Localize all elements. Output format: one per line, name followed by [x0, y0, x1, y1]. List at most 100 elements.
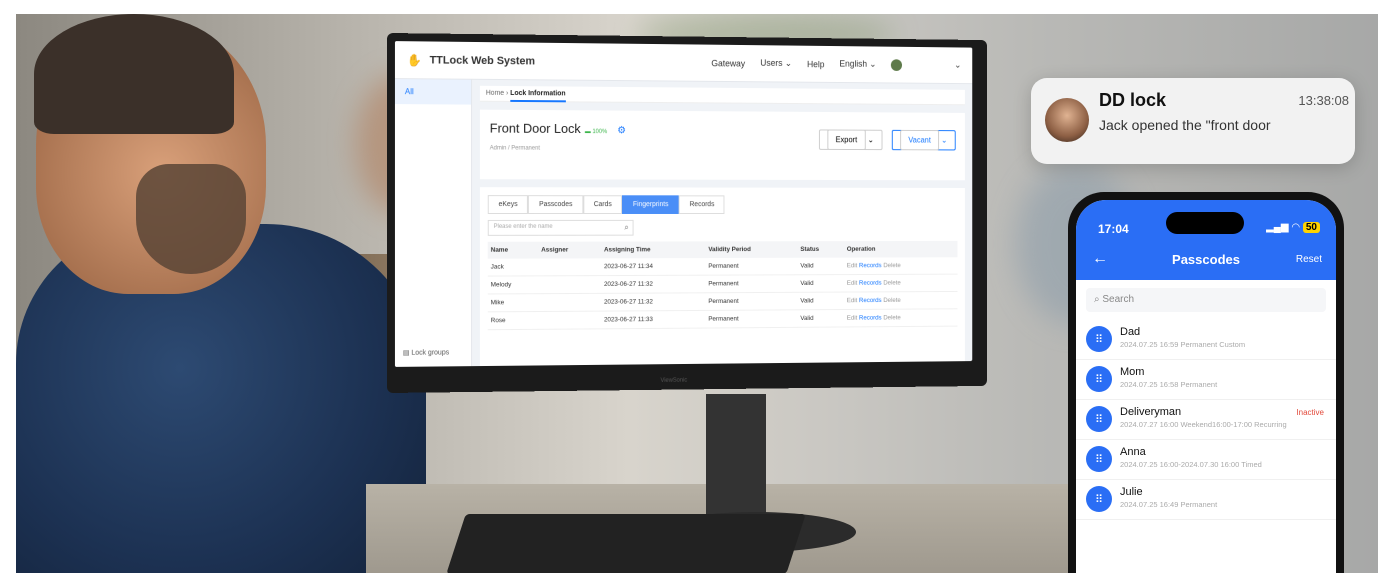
search-placeholder: Search	[1102, 294, 1135, 305]
cell-time: 2023-06-27 11:34	[601, 258, 706, 276]
item-detail: 2024.07.25 16:58 Permanent	[1120, 380, 1218, 389]
item-detail: 2024.07.25 16:00-2024.07.30 16:00 Timed	[1120, 460, 1262, 469]
edit-link[interactable]: Edit	[847, 315, 857, 322]
tab-ekeys[interactable]: eKeys	[487, 195, 529, 214]
monitor-stand	[706, 394, 766, 524]
delete-link[interactable]: Delete	[883, 262, 900, 269]
reset-button[interactable]: Reset	[1296, 254, 1322, 265]
phone-clock: 17:04	[1098, 222, 1129, 236]
nav-users[interactable]: Users ⌄	[760, 58, 792, 69]
breadcrumb-current: Lock Information	[510, 90, 566, 103]
item-detail: 2024.07.27 16:00 Weekend16:00-17:00 Recu…	[1120, 420, 1287, 429]
item-name: Anna	[1120, 446, 1146, 458]
person-hair	[34, 14, 234, 134]
cell-name: Melody	[487, 275, 539, 294]
edit-link[interactable]: Edit	[847, 297, 857, 304]
list-item[interactable]: ⠿ Anna 2024.07.25 16:00-2024.07.30 16:00 …	[1076, 440, 1336, 480]
search-icon: ⌕	[1094, 294, 1100, 305]
notification-title: DD lock	[1099, 90, 1167, 110]
settings-gear-icon[interactable]: ⚙	[617, 125, 626, 136]
nav-gateway[interactable]: Gateway	[711, 58, 745, 68]
tab-cards[interactable]: Cards	[583, 195, 623, 214]
phone-header: 17:04 ▂▄▆ ◠ 50 ← Passcodes Reset	[1076, 200, 1336, 280]
nav-help[interactable]: Help	[807, 59, 824, 69]
cell-name: Mike	[487, 293, 539, 312]
inactive-badge: Inactive	[1296, 408, 1324, 417]
records-link[interactable]: Records	[859, 280, 882, 287]
user-avatar[interactable]	[891, 58, 903, 71]
name-search-input[interactable]: Please enter the name ⌕	[487, 219, 634, 236]
sidebar: All ▤ Lock groups	[394, 79, 473, 367]
list-item[interactable]: ⠿ Julie 2024.07.25 16:49 Permanent	[1076, 480, 1336, 520]
notification-avatar	[1045, 98, 1089, 142]
vacant-select[interactable]: Vacant ⌄	[891, 129, 956, 151]
lock-info-card: Front Door Lock ▬ 100% ⚙ Admin / Permane…	[479, 109, 965, 181]
tab-passcodes[interactable]: Passcodes	[528, 195, 584, 214]
item-name: Deliveryman	[1120, 406, 1182, 418]
export-button[interactable]: Export ⌄	[818, 129, 883, 151]
breadcrumb-home[interactable]: Home	[486, 90, 504, 97]
status-bar: ▂▄▆ ◠ 50	[1266, 222, 1320, 233]
tabs: eKeys Passcodes Cards Fingerprints Recor…	[487, 195, 958, 214]
keyboard	[446, 514, 806, 573]
delete-link[interactable]: Delete	[883, 314, 900, 321]
tab-records[interactable]: Records	[679, 195, 725, 214]
edit-link[interactable]: Edit	[847, 280, 857, 287]
col-assigning-time: Assigning Time	[601, 241, 706, 259]
phone: 17:04 ▂▄▆ ◠ 50 ← Passcodes Reset ⌕ Searc…	[1068, 192, 1344, 573]
records-link[interactable]: Records	[859, 262, 882, 269]
battery-icon: 50	[1302, 222, 1320, 233]
col-validity: Validity Period	[705, 241, 798, 259]
table-row: Jack 2023-06-27 11:34 Permanent Valid Ed…	[487, 257, 958, 277]
lock-groups[interactable]: ▤ Lock groups	[403, 348, 449, 356]
brand-title: TTLock Web System	[429, 53, 536, 67]
cell-time: 2023-06-27 11:33	[601, 310, 706, 329]
item-detail: 2024.07.25 16:49 Permanent	[1120, 500, 1218, 509]
records-panel: eKeys Passcodes Cards Fingerprints Recor…	[479, 187, 965, 367]
cell-operation: Edit Records Delete	[844, 308, 958, 327]
list-item[interactable]: ⠿ Deliveryman 2024.07.27 16:00 Weekend16:…	[1076, 400, 1336, 440]
monitor: ✋ TTLock Web System Gateway Users ⌄ Help…	[387, 33, 987, 393]
notification-body: DD lock 13:38:08 Jack opened the "front …	[1099, 90, 1349, 152]
hand-logo-icon: ✋	[406, 52, 422, 67]
search-icon[interactable]: ⌕	[624, 223, 628, 233]
notification-time: 13:38:08	[1298, 93, 1349, 108]
keypad-icon: ⠿	[1086, 446, 1112, 472]
cell-name: Jack	[487, 258, 539, 277]
lock-name: Front Door Lock	[489, 120, 581, 136]
cell-name: Rose	[487, 311, 539, 330]
tab-fingerprints[interactable]: Fingerprints	[622, 195, 680, 214]
list-item[interactable]: ⠿ Mom 2024.07.25 16:58 Permanent	[1076, 360, 1336, 400]
monitor-brand-label: ViewSonic	[660, 377, 688, 384]
keypad-icon: ⠿	[1086, 406, 1112, 432]
delete-link[interactable]: Delete	[883, 280, 900, 287]
keypad-icon: ⠿	[1086, 366, 1112, 392]
lock-actions: Export ⌄ Vacant ⌄	[818, 129, 956, 151]
phone-search-input[interactable]: ⌕ Search	[1086, 288, 1326, 312]
cell-validity: Permanent	[705, 257, 798, 276]
brand: ✋ TTLock Web System	[407, 53, 535, 68]
delete-link[interactable]: Delete	[883, 297, 900, 304]
chevron-down-icon: ⌄	[869, 59, 877, 69]
wifi-icon: ◠	[1291, 222, 1301, 233]
folder-icon: ▤	[402, 349, 410, 357]
fingerprint-table: Name Assigner Assigning Time Validity Pe…	[487, 240, 958, 330]
main-panel: Home › Lock Information Front Door Lock …	[479, 85, 965, 367]
cell-status: Valid	[797, 292, 845, 310]
sidebar-item-all[interactable]: All	[394, 79, 472, 105]
lock-notification[interactable]: DD lock 13:38:08 Jack opened the "front …	[1031, 78, 1355, 164]
item-name: Dad	[1120, 326, 1141, 338]
cell-operation: Edit Records Delete	[844, 274, 958, 293]
edit-link[interactable]: Edit	[847, 262, 857, 269]
cell-operation: Edit Records Delete	[844, 257, 958, 275]
item-detail: 2024.07.25 16:59 Permanent Custom	[1120, 340, 1246, 349]
nav-language[interactable]: English ⌄	[839, 59, 876, 70]
records-link[interactable]: Records	[859, 297, 882, 304]
col-operation: Operation	[844, 240, 958, 258]
web-app-screen: ✋ TTLock Web System Gateway Users ⌄ Help…	[394, 41, 973, 367]
phone-screen: 17:04 ▂▄▆ ◠ 50 ← Passcodes Reset ⌕ Searc…	[1076, 200, 1336, 573]
list-item[interactable]: ⠿ Dad 2024.07.25 16:59 Permanent Custom	[1076, 320, 1336, 360]
notification-message: Jack opened the "front door	[1099, 117, 1271, 133]
records-link[interactable]: Records	[859, 315, 882, 322]
chevron-down-icon[interactable]: ⌄	[954, 60, 961, 71]
